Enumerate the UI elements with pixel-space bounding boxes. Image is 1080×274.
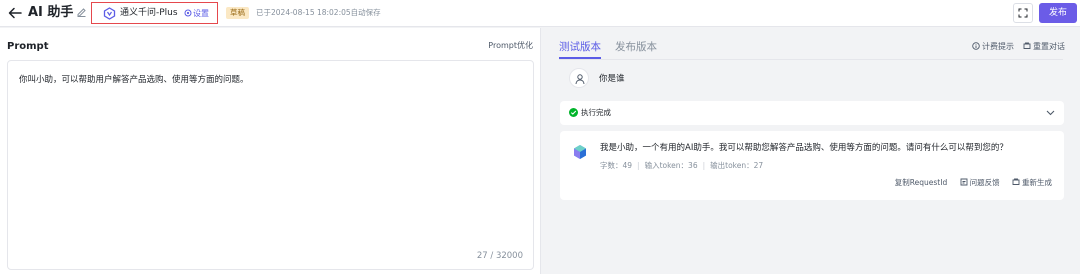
prompt-optimize-button[interactable]: Prompt优化 <box>488 40 533 52</box>
input-token-count: 输入token：36 <box>644 161 698 170</box>
output-token-count: 输出token：27 <box>710 161 764 170</box>
settings-gear-icon <box>184 9 192 17</box>
model-selector[interactable]: 通义千问-Plus 设置 <box>91 2 218 24</box>
execution-status-bar[interactable]: 执行完成 <box>560 101 1064 125</box>
regenerate-button[interactable]: 重新生成 <box>1012 178 1052 187</box>
regenerate-icon <box>1012 178 1020 185</box>
prompt-panel: Prompt Prompt优化 你叫小助，可以帮助用户解答产品选购、使用等方面的… <box>0 28 541 274</box>
tab-test-version[interactable]: 测试版本 <box>559 40 601 54</box>
tab-published-version[interactable]: 发布版本 <box>615 40 657 54</box>
top-header: AI 助手 通义千问-Plus 设置 草稿 已于2024-08-15 18:02… <box>0 0 1080 27</box>
execution-status-text: 执行完成 <box>581 108 611 117</box>
prompt-label: Prompt <box>7 41 49 52</box>
fullscreen-icon <box>1018 8 1028 18</box>
user-icon <box>575 74 585 85</box>
reply-stats: 字数：49 | 输入token：36 | 输出token：27 <box>600 161 764 170</box>
fullscreen-button[interactable] <box>1013 3 1033 23</box>
copy-request-id-button[interactable]: 复制RequestId <box>895 178 947 187</box>
edit-title-icon[interactable] <box>76 7 87 18</box>
assistant-reply-text: 我是小助，一个有用的AI助手。我可以帮助您解答产品选购、使用等方面的问题。请问有… <box>600 143 1008 153</box>
success-check-icon <box>569 108 578 120</box>
prompt-textarea[interactable]: 你叫小助，可以帮助用户解答产品选购、使用等方面的问题。 27 / 32000 <box>7 60 534 270</box>
active-tab-indicator <box>559 57 601 59</box>
reset-icon <box>1023 42 1031 49</box>
publish-button[interactable]: 发布 <box>1039 3 1077 23</box>
feedback-icon <box>960 178 968 186</box>
model-settings-link[interactable]: 设置 <box>184 7 209 20</box>
prompt-text: 你叫小助，可以帮助用户解答产品选购、使用等方面的问题。 <box>19 75 249 85</box>
autosave-status: 已于2024-08-15 18:02:05自动保存 <box>256 8 381 17</box>
regenerate-label: 重新生成 <box>1022 178 1052 187</box>
reply-actions: 复制RequestId 问题反馈 重新生成 <box>885 177 1052 189</box>
tabs-divider <box>559 59 1063 60</box>
page-title: AI 助手 <box>28 5 74 20</box>
back-arrow-icon[interactable] <box>7 5 23 21</box>
user-avatar <box>569 68 589 88</box>
bot-avatar-icon <box>572 144 588 160</box>
user-message: 你是谁 <box>599 74 625 84</box>
billing-hint-button[interactable]: 计费提示 <box>972 41 1014 53</box>
model-name: 通义千问-Plus <box>120 8 178 18</box>
reset-chat-label: 重置对话 <box>1033 42 1065 51</box>
billing-hint-label: 计费提示 <box>982 42 1014 51</box>
chevron-down-icon <box>1046 109 1055 119</box>
info-icon <box>972 42 980 50</box>
reset-chat-button[interactable]: 重置对话 <box>1023 41 1065 53</box>
prompt-char-counter: 27 / 32000 <box>476 251 523 261</box>
draft-badge: 草稿 <box>226 7 249 19</box>
feedback-button[interactable]: 问题反馈 <box>960 178 1000 187</box>
assistant-reply-card: 我是小助，一个有用的AI助手。我可以帮助您解答产品选购、使用等方面的问题。请问有… <box>560 131 1064 200</box>
settings-label: 设置 <box>193 9 209 18</box>
feedback-label: 问题反馈 <box>969 178 1000 187</box>
debug-panel: 测试版本 发布版本 计费提示 重置对话 你是谁 执行完成 我是小助，一个有用的A… <box>542 28 1080 274</box>
char-count: 字数：49 <box>600 161 633 170</box>
tongyi-logo-icon <box>103 7 116 20</box>
